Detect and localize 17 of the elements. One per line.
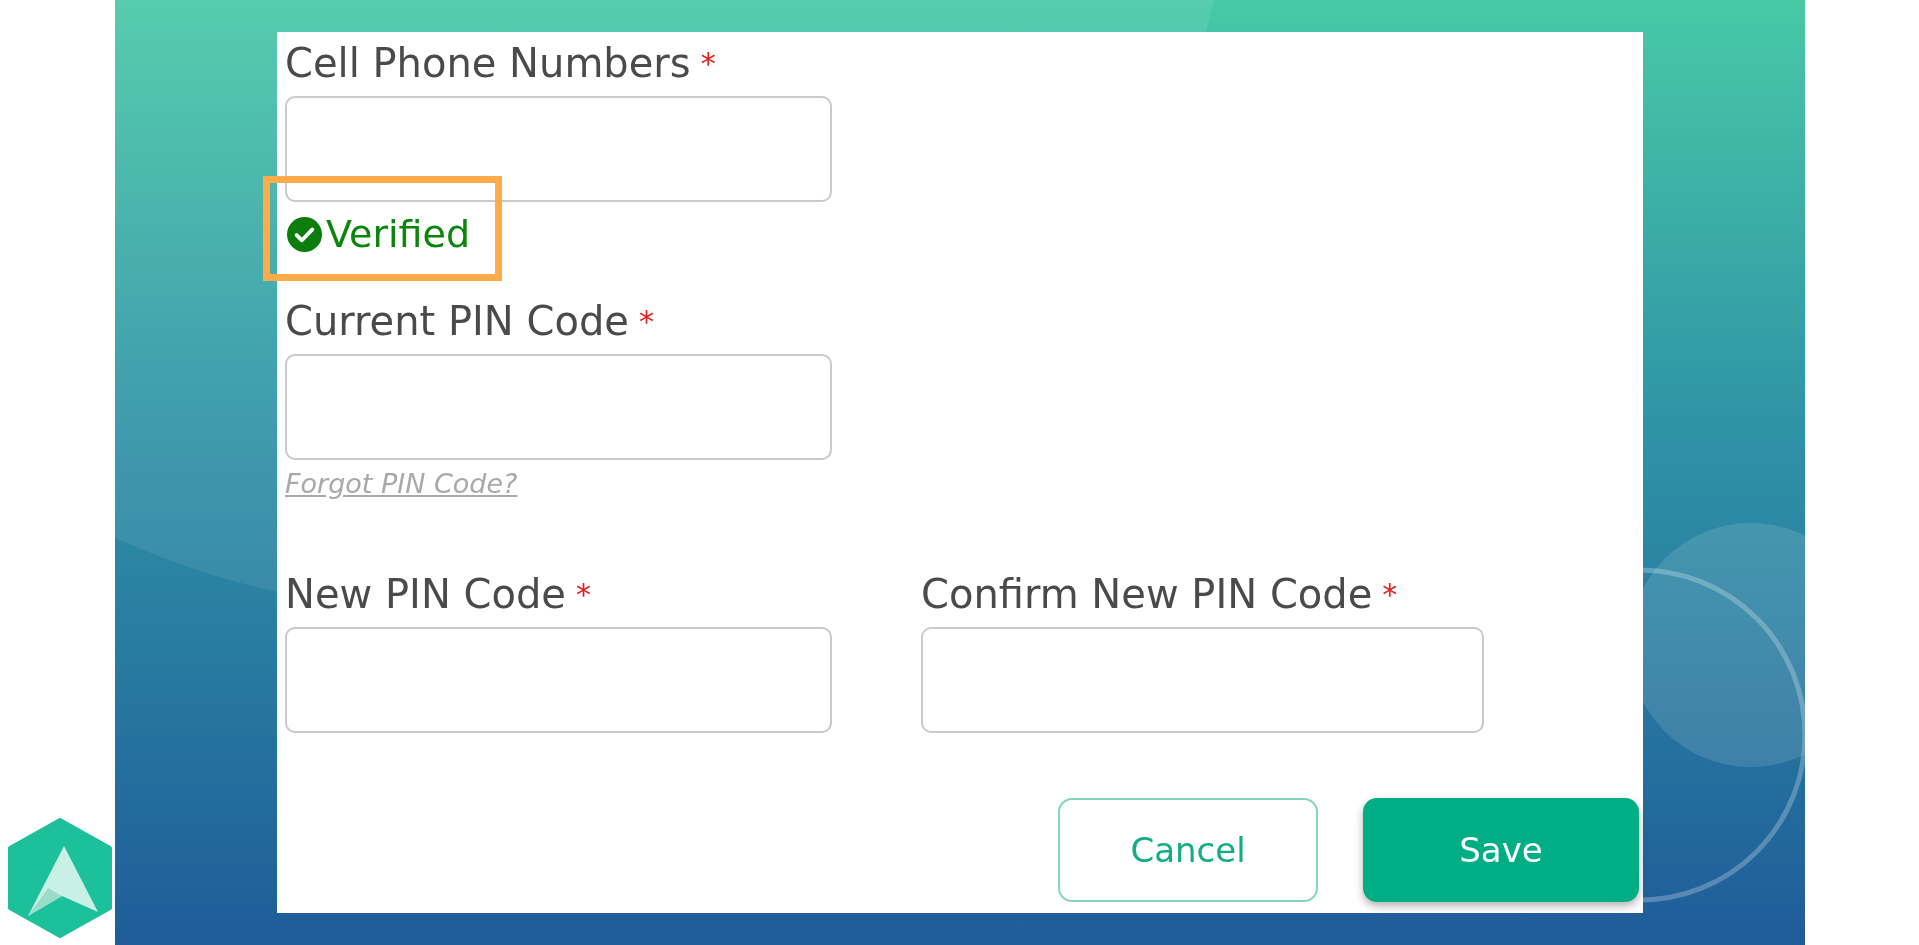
cancel-button[interactable]: Cancel (1058, 798, 1318, 902)
input-field[interactable] (921, 627, 1484, 733)
field-label: Current PIN Code (285, 298, 629, 344)
field-label: Confirm New PIN Code (921, 571, 1373, 617)
forgot-link[interactable]: Forgot PIN Code? (285, 468, 518, 499)
required-mark: * (700, 45, 716, 81)
save-button[interactable]: Save (1363, 798, 1639, 902)
field-label: New PIN Code (285, 571, 566, 617)
required-mark: * (1382, 576, 1398, 612)
field-label: Cell Phone Numbers (285, 40, 691, 86)
input-field[interactable] (285, 627, 832, 733)
input-field[interactable] (285, 96, 832, 202)
status-text: Verified (326, 212, 471, 256)
logo-icon (6, 818, 114, 938)
input-field[interactable] (285, 354, 832, 460)
required-mark: * (575, 576, 591, 612)
required-mark: * (638, 303, 654, 339)
